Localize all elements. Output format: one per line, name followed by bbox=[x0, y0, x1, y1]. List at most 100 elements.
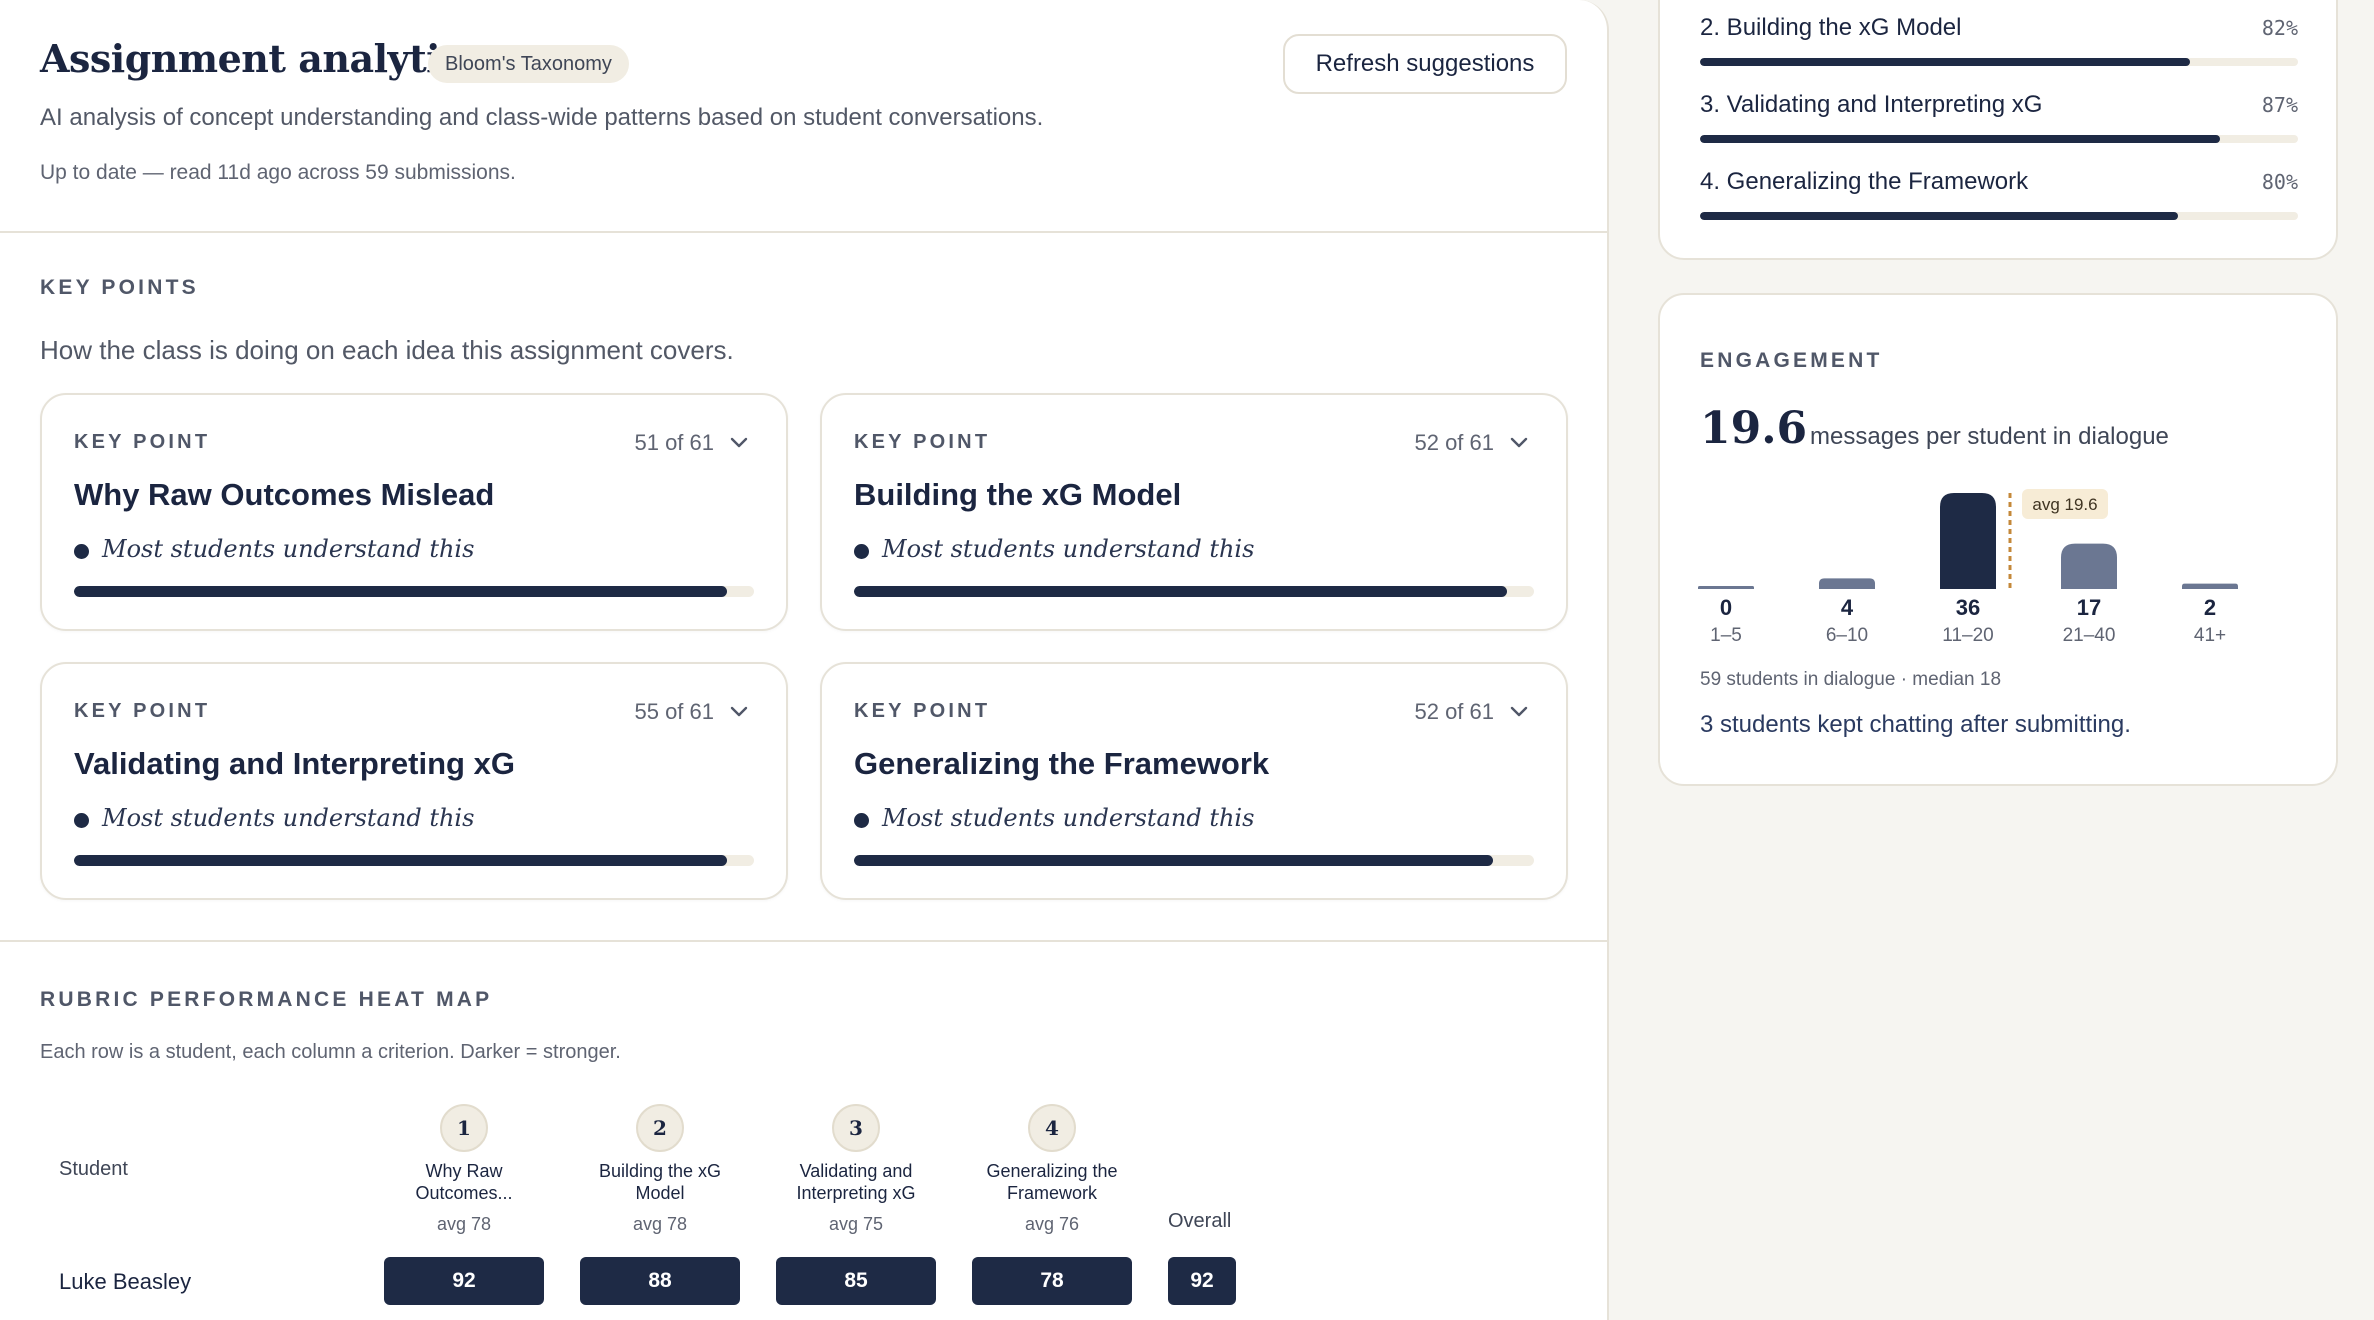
key-point-status-text: Most students understand this bbox=[102, 535, 475, 563]
histogram-bucket-label: 1–5 bbox=[1710, 625, 1742, 646]
criterion-progress-label: 3. Validating and Interpreting xG bbox=[1700, 91, 2043, 118]
key-point-progress-fill bbox=[74, 586, 727, 597]
key-point-tag: KEY POINT bbox=[854, 700, 991, 722]
criterion-name: Why Raw Outcomes... bbox=[415, 1161, 513, 1203]
key-point-status-text: Most students understand this bbox=[102, 804, 475, 832]
criterion-number: 1 bbox=[440, 1104, 488, 1152]
key-point-card[interactable]: KEY POINT 51 of 61 Why Raw Outcomes Misl… bbox=[40, 393, 788, 631]
page-title: Assignment analytics bbox=[40, 36, 484, 81]
criterion-progress-percent: 87% bbox=[2261, 93, 2298, 117]
criterion-progress-percent: 82% bbox=[2261, 16, 2298, 40]
histogram-count: 2 bbox=[2204, 595, 2216, 620]
criterion-header: 2 Building the xG Model avg 78 bbox=[575, 1104, 745, 1235]
average-label: avg 19.6 bbox=[2032, 495, 2097, 514]
key-point-progress bbox=[854, 855, 1534, 866]
key-point-tag: KEY POINT bbox=[74, 431, 211, 453]
chevron-down-icon[interactable] bbox=[1508, 700, 1530, 722]
student-column-header: Student bbox=[59, 1158, 128, 1180]
heatmap-cell[interactable]: 85 bbox=[776, 1257, 936, 1305]
analytics-header: Assignment analytics Bloom's Taxonomy Re… bbox=[0, 0, 1607, 233]
engagement-footnote: 59 students in dialogue · median 18 bbox=[1700, 669, 2002, 690]
heatmap-cell[interactable]: 88 bbox=[580, 1257, 740, 1305]
key-point-card[interactable]: KEY POINT 55 of 61 Validating and Interp… bbox=[40, 662, 788, 900]
key-point-progress-fill bbox=[854, 855, 1494, 866]
key-point-progress-fill bbox=[74, 855, 727, 866]
overall-column-header: Overall bbox=[1168, 1210, 1232, 1232]
key-point-status: Most students understand this bbox=[854, 535, 1254, 563]
key-point-title: Generalizing the Framework bbox=[854, 746, 1270, 781]
main-panel: Assignment analytics Bloom's Taxonomy Re… bbox=[0, 0, 1609, 1320]
key-point-progress bbox=[74, 855, 754, 866]
chevron-down-icon[interactable] bbox=[728, 431, 750, 453]
key-point-status: Most students understand this bbox=[854, 804, 1254, 832]
criterion-number: 3 bbox=[832, 1104, 880, 1152]
key-points-description: How the class is doing on each idea this… bbox=[40, 335, 734, 365]
criterion-name: Generalizing the Framework bbox=[986, 1161, 1118, 1203]
key-point-title: Why Raw Outcomes Mislead bbox=[74, 477, 495, 512]
overall-cell[interactable]: 92 bbox=[1168, 1257, 1236, 1305]
histogram-bar bbox=[1698, 586, 1754, 589]
engagement-card: ENGAGEMENT 19.6 messages per student in … bbox=[1658, 293, 2338, 786]
key-points-label: KEY POINTS bbox=[40, 276, 199, 299]
criterion-average: avg 75 bbox=[828, 1214, 884, 1234]
criterion-header: 3 Validating and Interpreting xG avg 75 bbox=[771, 1104, 941, 1235]
key-point-card[interactable]: KEY POINT 52 of 61 Generalizing the Fram… bbox=[820, 662, 1568, 900]
engagement-histogram: 0 1–5 4 6–10 36 11–20 17 21–40 2 41+ avg 19.6 bbox=[1698, 489, 2238, 646]
key-point-tag: KEY POINT bbox=[74, 700, 211, 722]
key-point-status-text: Most students understand this bbox=[882, 535, 1255, 563]
criterion-number: 2 bbox=[636, 1104, 684, 1152]
histogram-count: 4 bbox=[1841, 595, 1854, 620]
criterion-progress-fill bbox=[1700, 58, 2191, 66]
criterion-progress-fill bbox=[1700, 212, 2179, 220]
criterion-progress-label: 4. Generalizing the Framework bbox=[1700, 168, 2029, 195]
status-dot-icon bbox=[854, 544, 869, 559]
histogram-bar bbox=[1819, 578, 1875, 589]
section-divider bbox=[0, 940, 1607, 942]
criterion-progress-track bbox=[1700, 212, 2298, 220]
student-name: Luke Beasley bbox=[59, 1269, 192, 1294]
heatmap-cell[interactable]: 78 bbox=[972, 1257, 1132, 1305]
histogram-bucket-label: 21–40 bbox=[2063, 625, 2116, 646]
criterion-number: 4 bbox=[1028, 1104, 1076, 1152]
histogram-bucket-label: 6–10 bbox=[1826, 625, 1868, 646]
key-point-count: 52 of 61 bbox=[1414, 430, 1494, 455]
histogram-count: 36 bbox=[1956, 595, 1980, 620]
chevron-down-icon[interactable] bbox=[728, 700, 750, 722]
criterion-header: 4 Generalizing the Framework avg 76 bbox=[967, 1104, 1137, 1235]
key-point-title: Building the xG Model bbox=[854, 477, 1182, 512]
heatmap-cell[interactable]: 92 bbox=[384, 1257, 544, 1305]
criterion-average: avg 78 bbox=[436, 1214, 492, 1234]
heatmap-label: RUBRIC PERFORMANCE HEAT MAP bbox=[40, 988, 493, 1011]
criterion-progress-track bbox=[1700, 135, 2298, 143]
criterion-progress-percent: 80% bbox=[2261, 170, 2298, 194]
histogram-count: 17 bbox=[2077, 595, 2101, 620]
key-point-status: Most students understand this bbox=[74, 804, 474, 832]
key-point-tag: KEY POINT bbox=[854, 431, 991, 453]
key-point-progress bbox=[854, 586, 1534, 597]
histogram-bucket-label: 41+ bbox=[2194, 625, 2226, 646]
key-point-card[interactable]: KEY POINT 52 of 61 Building the xG Model… bbox=[820, 393, 1568, 631]
criterion-progress-card: 2. Building the xG Model 82% 3. Validati… bbox=[1658, 0, 2338, 260]
histogram-count: 0 bbox=[1720, 595, 1732, 620]
key-point-title: Validating and Interpreting xG bbox=[74, 746, 515, 781]
criterion-progress-fill bbox=[1700, 135, 2221, 143]
status-line: Up to date — read 11d ago across 59 subm… bbox=[40, 161, 516, 184]
criterion-name: Validating and Interpreting xG bbox=[796, 1161, 916, 1203]
status-dot-icon bbox=[74, 813, 89, 828]
criterion-header: 1 Why Raw Outcomes... avg 78 bbox=[379, 1104, 549, 1235]
histogram-bucket-label: 11–20 bbox=[1942, 625, 1993, 646]
status-dot-icon bbox=[854, 813, 869, 828]
heatmap-description: Each row is a student, each column a cri… bbox=[40, 1041, 621, 1063]
criterion-progress-track bbox=[1700, 58, 2298, 66]
criterion-average: avg 76 bbox=[1024, 1214, 1080, 1234]
key-point-count: 52 of 61 bbox=[1414, 699, 1494, 724]
chevron-down-icon[interactable] bbox=[1508, 431, 1530, 453]
criterion-average: avg 78 bbox=[632, 1214, 688, 1234]
key-point-progress bbox=[74, 586, 754, 597]
refresh-suggestions-button[interactable]: Refresh suggestions bbox=[1283, 34, 1567, 94]
key-point-progress-fill bbox=[854, 586, 1507, 597]
key-point-status-text: Most students understand this bbox=[882, 804, 1255, 832]
histogram-bar bbox=[1940, 493, 1996, 589]
key-point-count: 55 of 61 bbox=[634, 699, 714, 724]
taxonomy-badge: Bloom's Taxonomy bbox=[428, 45, 629, 83]
